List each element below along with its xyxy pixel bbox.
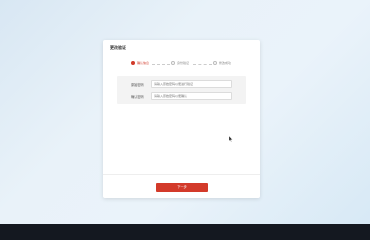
dialog: 更改验证 确认信息 身份验证 修改成功 原始密码 确认密码 下一步 <box>103 40 260 198</box>
step-1-label: 确认信息 <box>137 61 150 65</box>
confirm-password-label: 确认密码 <box>131 95 144 99</box>
footer-divider <box>103 174 260 175</box>
next-step-button[interactable]: 下一步 <box>156 183 208 192</box>
step-2: 身份验证 <box>171 61 189 65</box>
form-row-confirm-password: 确认密码 <box>117 92 246 101</box>
progress-steps: 确认信息 身份验证 修改成功 <box>131 61 241 69</box>
step-1: 确认信息 <box>131 61 149 65</box>
step-3-indicator-icon <box>213 61 217 65</box>
original-password-label: 原始密码 <box>131 83 144 87</box>
mouse-cursor-icon <box>229 136 233 142</box>
step-connector <box>152 64 170 65</box>
original-password-input[interactable] <box>151 80 232 88</box>
step-2-indicator-icon <box>171 61 175 65</box>
verification-form: 原始密码 确认密码 <box>117 76 246 104</box>
step-3: 修改成功 <box>213 61 231 65</box>
step-2-label: 身份验证 <box>177 61 190 65</box>
confirm-password-input[interactable] <box>151 92 232 100</box>
form-row-original-password: 原始密码 <box>117 80 246 89</box>
step-1-indicator-icon <box>131 61 135 65</box>
dialog-title: 更改验证 <box>110 45 126 50</box>
taskbar <box>0 224 370 240</box>
step-connector <box>193 64 212 65</box>
step-3-label: 修改成功 <box>219 61 232 65</box>
